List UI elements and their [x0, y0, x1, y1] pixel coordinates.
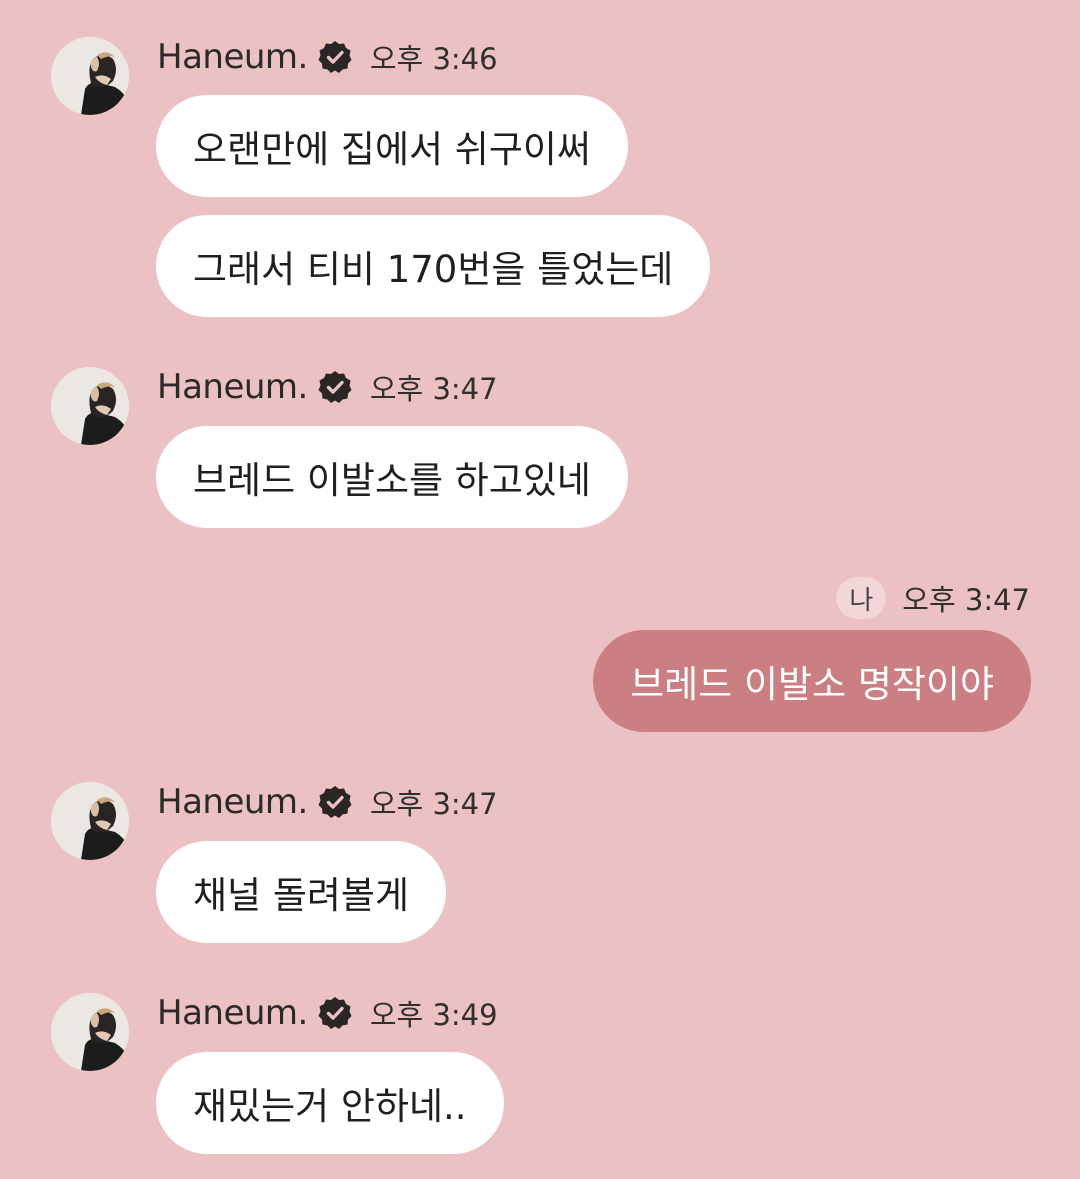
avatar[interactable]: [51, 993, 129, 1071]
outgoing-message-bubble[interactable]: 브레드 이발소 명작이야: [593, 630, 1031, 732]
sender-name[interactable]: Haneum.: [157, 367, 308, 407]
message-header: Haneum. 오후 3:46: [157, 37, 498, 77]
sender-name[interactable]: Haneum.: [157, 993, 308, 1033]
verified-badge-icon: [318, 996, 352, 1030]
me-label: 나: [836, 577, 887, 619]
message-bubble[interactable]: 그래서 티비 170번을 틀었는데: [156, 215, 711, 317]
message-bubble[interactable]: 재밌는거 안하네..: [156, 1052, 504, 1154]
verified-badge-icon: [318, 785, 352, 819]
timestamp: 오후 3:47: [902, 583, 1030, 617]
message-header: Haneum. 오후 3:47: [157, 367, 498, 407]
message-bubble[interactable]: 오랜만에 집에서 쉬구이써: [156, 95, 628, 197]
message-bubble[interactable]: 브레드 이발소를 하고있네: [156, 426, 628, 528]
verified-badge-icon: [318, 370, 352, 404]
verified-badge-icon: [318, 40, 352, 74]
timestamp: 오후 3:46: [369, 42, 498, 76]
avatar[interactable]: [51, 37, 129, 115]
avatar[interactable]: [51, 367, 129, 445]
timestamp: 오후 3:47: [369, 372, 498, 406]
sender-name[interactable]: Haneum.: [157, 782, 308, 822]
message-bubble[interactable]: 채널 돌려볼게: [156, 841, 447, 943]
message-header: Haneum. 오후 3:47: [157, 782, 498, 822]
timestamp: 오후 3:49: [369, 998, 498, 1032]
sender-name[interactable]: Haneum.: [157, 37, 308, 77]
outgoing-message-header: 나 오후 3:47: [836, 577, 1030, 619]
message-header: Haneum. 오후 3:49: [157, 993, 498, 1033]
avatar[interactable]: [51, 782, 129, 860]
timestamp: 오후 3:47: [369, 787, 498, 821]
